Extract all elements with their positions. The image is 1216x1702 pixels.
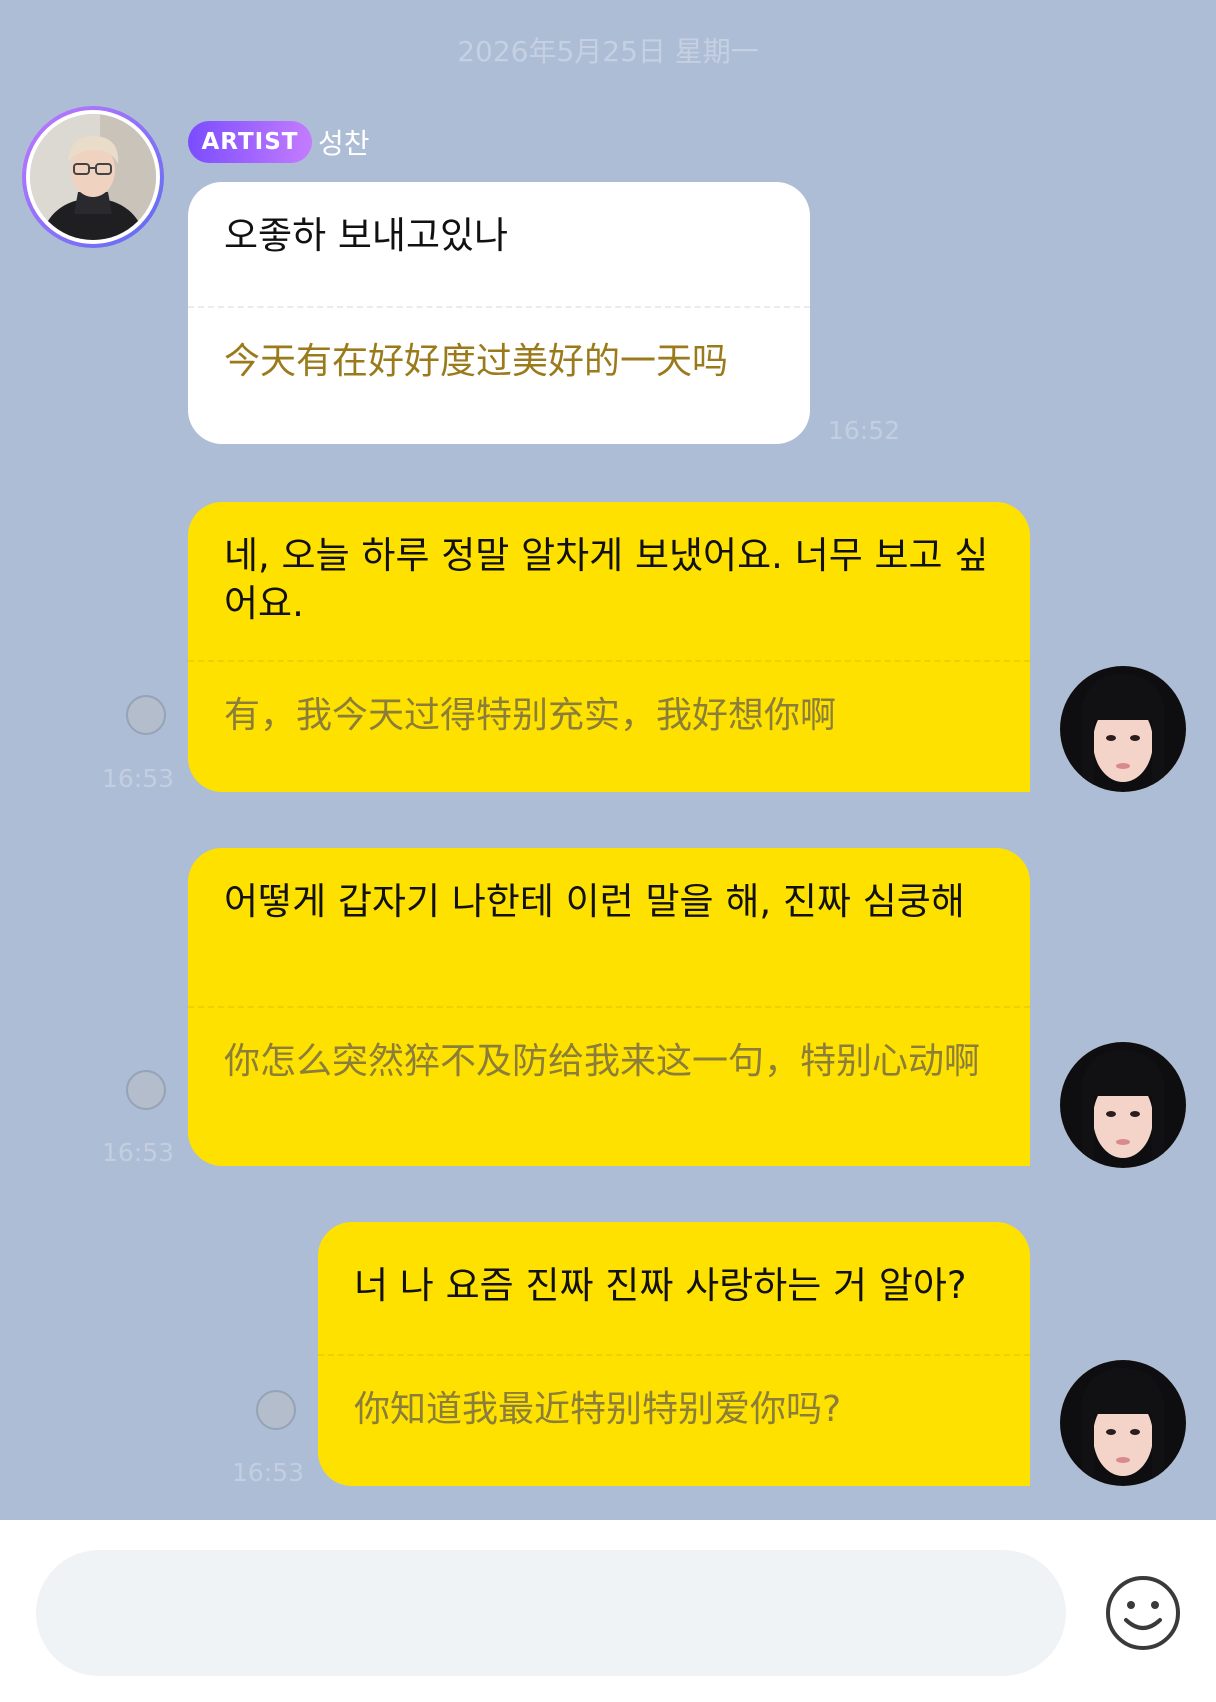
message-original-text: 오좋하 보내고있나 [224, 214, 509, 257]
user-avatar[interactable] [1060, 666, 1186, 792]
message-bubble-artist[interactable]: 오좋하 보내고있나 今天有在好好度过美好的一天吗 [188, 182, 810, 444]
message-translation-text: 今天有在好好度过美好的一天吗 [224, 341, 729, 382]
emoji-button[interactable] [1104, 1574, 1182, 1652]
message-translation-text: 你知道我最近特别特别爱你吗? [354, 1389, 842, 1430]
message-original-text: 네, 오늘 하루 정말 알차게 보냈어요. 너무 보고 싶어요. [224, 534, 989, 625]
artist-avatar[interactable] [22, 106, 164, 248]
user-avatar[interactable] [1060, 1360, 1186, 1486]
message-bubble-me[interactable]: 어떻게 갑자기 나한테 이런 말을 해, 진짜 심쿵해 你怎么突然猝不及防给我来… [188, 848, 1030, 1166]
artist-name: 성찬 [318, 127, 370, 160]
message-time: 16:53 [102, 764, 175, 793]
read-status-icon [126, 695, 166, 735]
message-time: 16:52 [828, 416, 901, 445]
smiley-face-icon [1106, 1576, 1180, 1650]
message-time: 16:53 [232, 1458, 305, 1487]
message-translation-text: 有，我今天过得特别充实，我好想你啊 [224, 695, 837, 736]
message-translation-text: 你怎么突然猝不及防给我来这一句，特别心动啊 [224, 1041, 981, 1082]
message-bubble-me[interactable]: 네, 오늘 하루 정말 알차게 보냈어요. 너무 보고 싶어요. 有，我今天过得… [188, 502, 1030, 792]
message-bubble-me[interactable]: 너 나 요즘 진짜 진짜 사랑하는 거 알아? 你知道我最近特别特别爱你吗? [318, 1222, 1030, 1486]
message-input-bar [0, 1520, 1216, 1702]
user-avatar[interactable] [1060, 1042, 1186, 1168]
message-original-text: 어떻게 갑자기 나한테 이런 말을 해, 진짜 심쿵해 [224, 880, 965, 923]
read-status-icon [256, 1390, 296, 1430]
artist-badge: ARTIST [188, 121, 312, 163]
message-input[interactable] [36, 1550, 1066, 1676]
message-time: 16:53 [102, 1138, 175, 1167]
read-status-icon [126, 1070, 166, 1110]
date-separator: 2026年5月25日 星期一 [457, 35, 759, 68]
message-original-text: 너 나 요즘 진짜 진짜 사랑하는 거 알아? [354, 1264, 967, 1307]
